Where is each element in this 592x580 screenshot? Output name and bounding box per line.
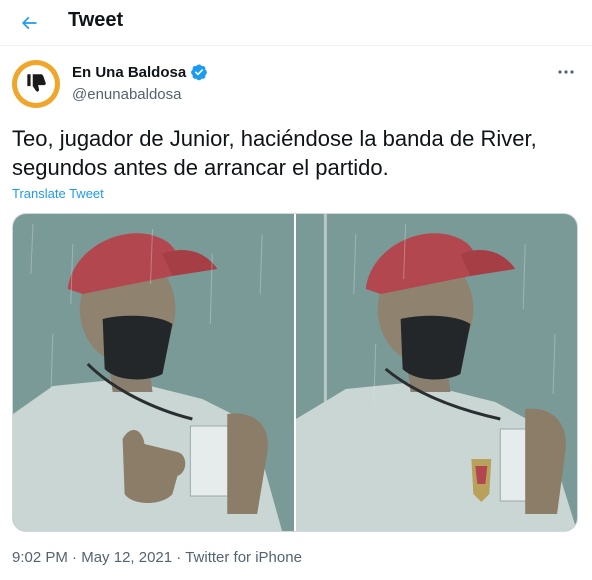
tweet-text: Teo, jugador de Junior, haciéndose la ba… xyxy=(12,126,537,180)
meta-separator: · xyxy=(176,549,182,566)
tweet-photo-2[interactable] xyxy=(296,214,577,531)
tweet-media xyxy=(12,213,578,532)
tweet-source[interactable]: Twitter for iPhone xyxy=(185,549,302,566)
author-handle[interactable]: @enunabaldosa xyxy=(72,86,181,103)
more-dots-icon xyxy=(558,70,574,74)
avatar[interactable] xyxy=(12,60,60,108)
tweet-time[interactable]: 9:02 PM xyxy=(12,549,68,566)
avatar-inner xyxy=(17,65,55,103)
translate-tweet-link[interactable]: Translate Tweet xyxy=(12,186,104,201)
arrow-left-icon xyxy=(21,16,37,30)
tweet-photo-1[interactable] xyxy=(13,214,294,531)
thumbs-down-icon xyxy=(27,74,46,92)
author-display-name[interactable]: En Una Baldosa xyxy=(72,63,208,81)
more-options-button[interactable] xyxy=(554,62,578,82)
photo-2-image xyxy=(296,214,577,531)
meta-separator: · xyxy=(72,549,78,566)
verified-badge-icon xyxy=(191,64,208,81)
display-name-text: En Una Baldosa xyxy=(72,63,187,81)
page-title: Tweet xyxy=(68,9,124,31)
tweet-date[interactable]: May 12, 2021 xyxy=(81,549,172,566)
top-bar: Tweet xyxy=(0,0,592,46)
back-button[interactable] xyxy=(12,6,46,40)
photo-1-image xyxy=(13,214,294,531)
tweet-meta: 9:02 PM · May 12, 2021 · Twitter for iPh… xyxy=(12,549,302,566)
